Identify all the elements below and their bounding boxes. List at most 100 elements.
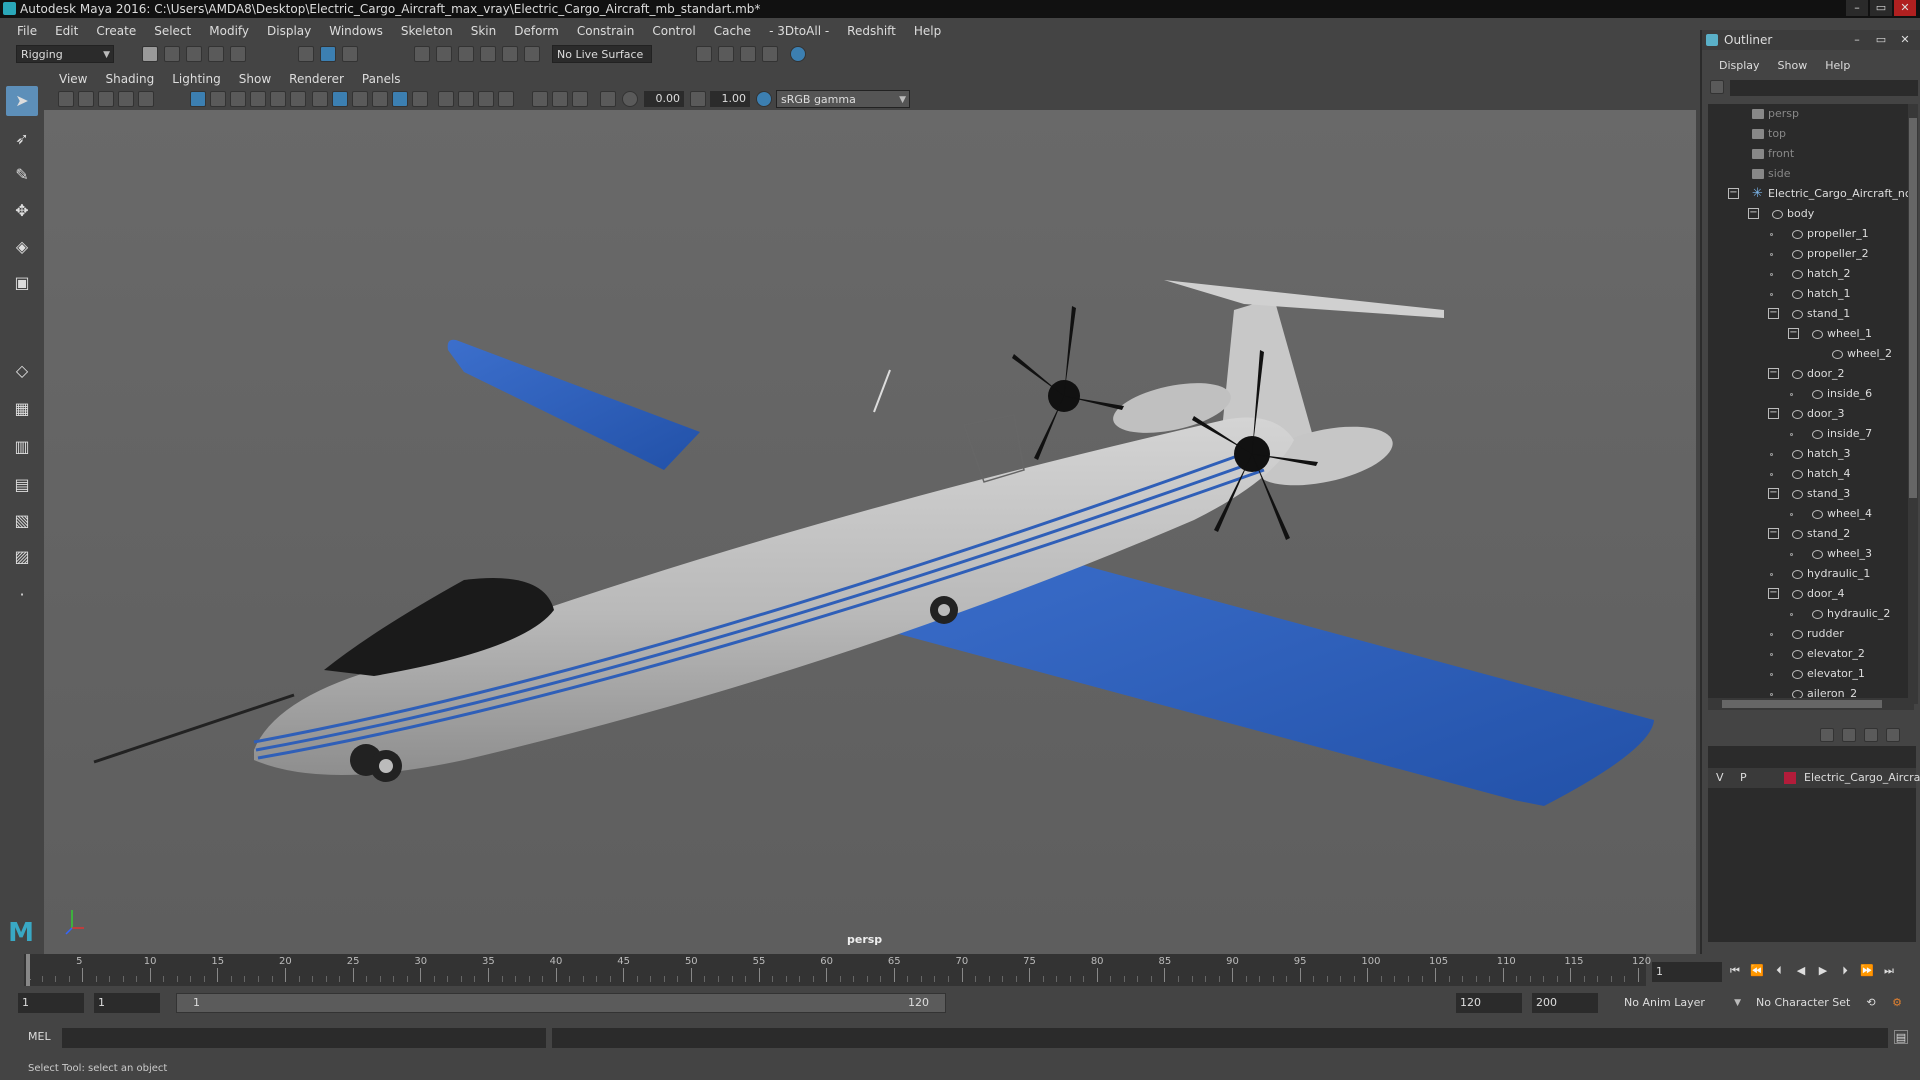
xray-icon[interactable]	[458, 91, 474, 107]
layer-color-swatch[interactable]	[1784, 772, 1796, 784]
outliner-item-stand-2[interactable]: − stand_2	[1708, 524, 1914, 544]
camera-select-icon[interactable]	[58, 91, 74, 107]
menu-modify[interactable]: Modify	[200, 20, 258, 42]
outliner-item-wheel-3[interactable]: wheel_3	[1708, 544, 1914, 564]
outliner-item-stand-1[interactable]: − stand_1	[1708, 304, 1914, 324]
filter-icon[interactable]	[1710, 80, 1724, 94]
custom-layout-button[interactable]: ·	[6, 580, 38, 610]
character-set-dropdown[interactable]: No Character Set	[1752, 993, 1862, 1013]
graph-layout-button[interactable]: ▧	[6, 506, 38, 536]
shadows-icon[interactable]	[412, 91, 428, 107]
outliner-item-stand-3[interactable]: − stand_3	[1708, 484, 1914, 504]
gamma-field[interactable]: 1.00	[710, 91, 750, 107]
outliner-item-hydraulic-2[interactable]: hydraulic_2	[1708, 604, 1914, 624]
single-pane-layout-button[interactable]: ▦	[6, 394, 38, 424]
panel-menu-panels[interactable]: Panels	[353, 72, 410, 86]
menu-set-dropdown[interactable]: Rigging ▼	[16, 45, 114, 63]
outliner-item-propeller-1[interactable]: propeller_1	[1708, 224, 1914, 244]
scrollbar-thumb[interactable]	[1909, 118, 1917, 498]
live-surface-field[interactable]: No Live Surface	[552, 45, 652, 63]
menu-constrain[interactable]: Constrain	[568, 20, 644, 42]
outliner-item-front[interactable]: front	[1708, 144, 1914, 164]
collapse-icon[interactable]: −	[1768, 488, 1779, 499]
move-layer-down-icon[interactable]	[1842, 728, 1856, 742]
select-hierarchy-icon[interactable]	[298, 46, 314, 62]
menu-select[interactable]: Select	[145, 20, 200, 42]
current-time-indicator[interactable]	[26, 954, 30, 986]
panel-menu-view[interactable]: View	[50, 72, 96, 86]
go-to-end-icon[interactable]: ⏭	[1882, 964, 1896, 978]
outliner-item-inside-6[interactable]: inside_6	[1708, 384, 1914, 404]
step-back-frame-icon[interactable]: ⏪	[1750, 964, 1764, 978]
end-time-field[interactable]: 200	[1532, 993, 1598, 1013]
start-time-field[interactable]: 1	[18, 993, 84, 1013]
menu-display[interactable]: Display	[258, 20, 320, 42]
new-layer-selected-icon[interactable]	[1886, 728, 1900, 742]
snap-grid-icon[interactable]	[414, 46, 430, 62]
outliner-search-input[interactable]	[1730, 80, 1918, 96]
panel-menu-show[interactable]: Show	[230, 72, 280, 86]
menu-edit[interactable]: Edit	[46, 20, 87, 42]
outliner-item-inside-7[interactable]: inside_7	[1708, 424, 1914, 444]
menu-skeleton[interactable]: Skeleton	[392, 20, 462, 42]
current-frame-field[interactable]: 1	[1652, 962, 1722, 982]
render-frame-icon[interactable]	[696, 46, 712, 62]
select-component-icon[interactable]	[342, 46, 358, 62]
outliner-item-hatch-4[interactable]: hatch_4	[1708, 464, 1914, 484]
outliner-item-body[interactable]: − body	[1708, 204, 1914, 224]
outliner-maximize-button[interactable]: ▭	[1870, 32, 1892, 48]
outliner-item-group[interactable]: − ✳ Electric_Cargo_Aircraft_nc	[1708, 184, 1914, 204]
xray-joints-icon[interactable]	[478, 91, 494, 107]
menu-help[interactable]: Help	[905, 20, 950, 42]
move-tool[interactable]: ✥	[6, 196, 38, 226]
motion-blur-icon[interactable]	[552, 91, 568, 107]
menu-create[interactable]: Create	[87, 20, 145, 42]
view-transform-dropdown[interactable]: sRGB gamma ▼	[776, 90, 910, 108]
safe-action-icon[interactable]	[290, 91, 306, 107]
command-language-label[interactable]: MEL	[28, 1030, 51, 1043]
anti-aliasing-icon[interactable]	[572, 91, 588, 107]
menu-deform[interactable]: Deform	[505, 20, 568, 42]
depth-of-field-icon[interactable]	[600, 91, 616, 107]
scrollbar-thumb[interactable]	[1722, 700, 1882, 708]
playback-end-field[interactable]: 120	[1456, 993, 1522, 1013]
outliner-menu-show[interactable]: Show	[1769, 56, 1817, 76]
menu-redshift[interactable]: Redshift	[838, 20, 905, 42]
outliner-menu-display[interactable]: Display	[1710, 56, 1769, 76]
outliner-item-door-3[interactable]: − door_3	[1708, 404, 1914, 424]
menu-windows[interactable]: Windows	[320, 20, 392, 42]
select-tool[interactable]: ➤	[6, 86, 38, 116]
outliner-item-persp[interactable]: persp	[1708, 104, 1914, 124]
snap-point-icon[interactable]	[458, 46, 474, 62]
outliner-item-wheel-1[interactable]: − wheel_1	[1708, 324, 1914, 344]
open-scene-icon[interactable]	[164, 46, 180, 62]
outliner-item-side[interactable]: side	[1708, 164, 1914, 184]
field-chart-icon[interactable]	[270, 91, 286, 107]
use-lights-icon[interactable]	[392, 91, 408, 107]
show-manipulator-tool[interactable]: ◇	[6, 356, 38, 386]
outliner-item-rudder[interactable]: rudder	[1708, 624, 1914, 644]
step-back-key-icon[interactable]: ⏴	[1772, 964, 1786, 978]
anim-layer-dropdown[interactable]: No Anim Layer ▼	[1620, 993, 1744, 1013]
exposure-field[interactable]: 0.00	[644, 91, 684, 107]
auto-key-icon[interactable]: ⟲	[1864, 996, 1878, 1010]
collapse-icon[interactable]: −	[1768, 368, 1779, 379]
layer-playback-toggle[interactable]: P	[1740, 768, 1747, 788]
redshift-render-icon[interactable]	[790, 46, 806, 62]
isolate-select-icon[interactable]	[438, 91, 454, 107]
render-settings-icon[interactable]	[740, 46, 756, 62]
outliner-close-button[interactable]: ✕	[1894, 32, 1916, 48]
viewport-persp[interactable]: persp	[44, 110, 1696, 954]
outliner-vertical-scrollbar[interactable]	[1908, 104, 1918, 704]
outliner-item-hydraulic-1[interactable]: hydraulic_1	[1708, 564, 1914, 584]
collapse-icon[interactable]: −	[1768, 588, 1779, 599]
menu-cache[interactable]: Cache	[705, 20, 760, 42]
collapse-icon[interactable]: −	[1788, 328, 1799, 339]
step-forward-key-icon[interactable]: ⏵	[1838, 964, 1852, 978]
select-object-icon[interactable]	[320, 46, 336, 62]
image-plane-icon[interactable]	[118, 91, 134, 107]
collapse-icon[interactable]: −	[1768, 308, 1779, 319]
rotate-tool[interactable]: ◈	[6, 232, 38, 262]
collapse-icon[interactable]: −	[1748, 208, 1759, 219]
resolution-gate-icon[interactable]	[230, 91, 246, 107]
